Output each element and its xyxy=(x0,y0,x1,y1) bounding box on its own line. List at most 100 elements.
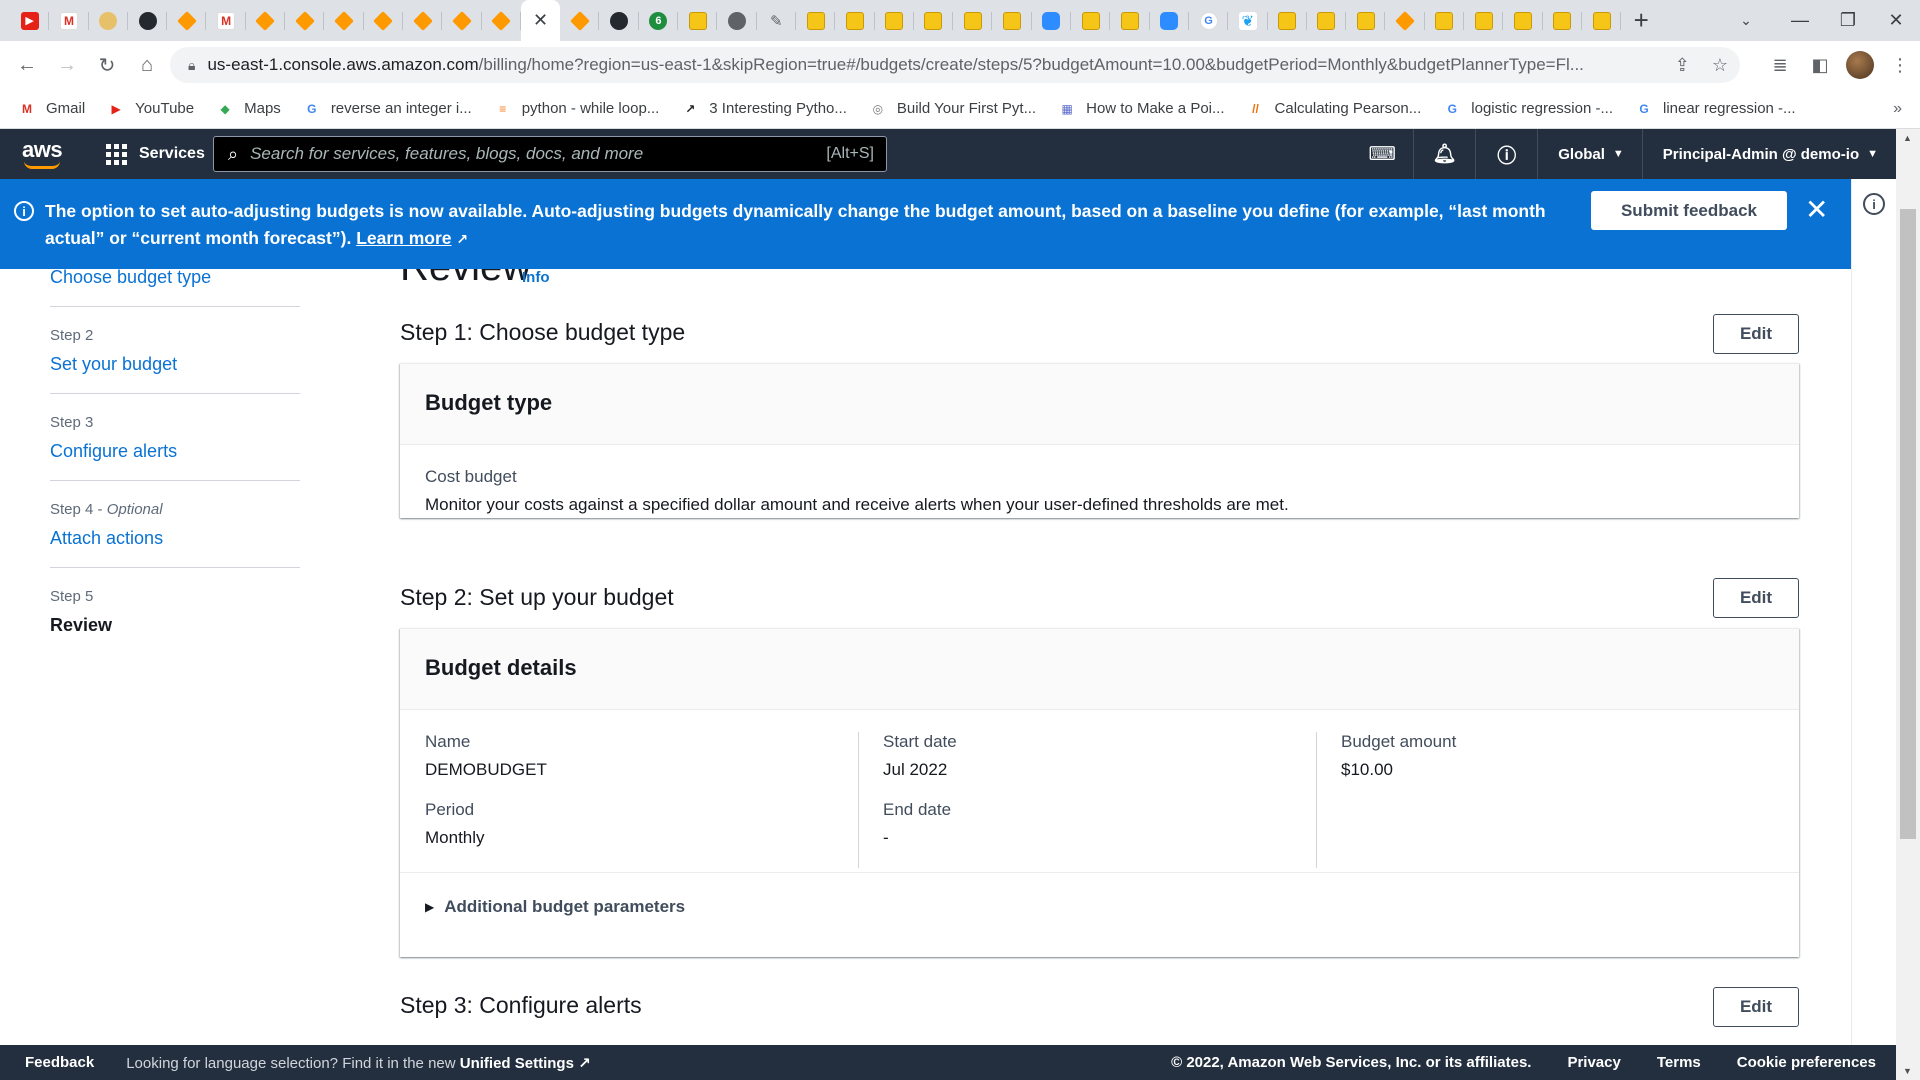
additional-parameters-toggle[interactable]: ▶ Additional budget parameters xyxy=(400,872,1799,941)
services-menu-button[interactable]: Services xyxy=(106,143,205,165)
bookmark-item[interactable]: // Calculating Pearson... xyxy=(1247,100,1421,118)
profile-avatar[interactable] xyxy=(1840,51,1880,79)
browser-tab[interactable] xyxy=(1464,0,1504,41)
external-link-icon[interactable]: ↗ xyxy=(578,1055,591,1072)
browser-tab[interactable]: ❦ xyxy=(1228,0,1268,41)
browser-tab[interactable] xyxy=(796,0,836,41)
info-panel-icon[interactable]: i xyxy=(1863,193,1885,215)
account-menu[interactable]: Principal-Admin @ demo-io ▼ xyxy=(1641,129,1896,179)
bookmarks-overflow-icon[interactable]: » xyxy=(1893,100,1902,118)
bookmark-item[interactable]: Glogistic regression -... xyxy=(1443,100,1613,118)
external-link-icon[interactable]: ↗ xyxy=(456,231,468,247)
browser-tab[interactable] xyxy=(875,0,915,41)
browser-tab[interactable] xyxy=(992,0,1033,41)
home-icon[interactable]: ⌂ xyxy=(130,48,164,82)
reload-icon[interactable]: ↻ xyxy=(90,48,124,82)
cloudshell-icon[interactable]: ⌨ xyxy=(1351,129,1413,179)
browser-tab[interactable] xyxy=(1071,0,1111,41)
browser-tab[interactable] xyxy=(1307,0,1347,41)
bookmark-item[interactable]: Greverse an integer i... xyxy=(303,100,472,118)
browser-tab[interactable] xyxy=(717,0,757,41)
tab-search-chevron-icon[interactable]: ⌄ xyxy=(1716,0,1776,41)
browser-tab[interactable]: G xyxy=(1189,0,1229,41)
aws-logo[interactable]: aws xyxy=(22,137,66,171)
browser-tab[interactable]: ▶ xyxy=(10,0,50,41)
forward-arrow-icon[interactable]: → xyxy=(50,48,84,82)
media-playlist-icon[interactable]: ≣ xyxy=(1760,55,1800,76)
browser-tab[interactable] xyxy=(403,0,443,41)
browser-tab[interactable] xyxy=(953,0,993,41)
browser-tab[interactable] xyxy=(914,0,954,41)
wizard-step-link[interactable]: Configure alerts xyxy=(50,441,300,462)
window-close-icon[interactable]: ✕ xyxy=(1872,0,1920,41)
browser-tab[interactable] xyxy=(560,0,600,41)
browser-tab[interactable] xyxy=(246,0,286,41)
bookmark-item[interactable]: Glinear regression -... xyxy=(1635,100,1795,118)
bookmark-item[interactable]: ◎ Build Your First Pyt... xyxy=(869,100,1036,118)
browser-tab[interactable]: ✎ xyxy=(757,0,797,41)
browser-tab[interactable] xyxy=(167,0,207,41)
url-text[interactable]: us-east-1.console.aws.amazon.com/billing… xyxy=(207,55,1637,75)
close-icon[interactable]: ✕ xyxy=(1805,196,1828,224)
wizard-step-1-link[interactable]: Choose budget type xyxy=(50,269,211,287)
browser-tab[interactable] xyxy=(128,0,168,41)
scrollbar-thumb[interactable] xyxy=(1900,209,1916,839)
browser-tab[interactable] xyxy=(89,0,129,41)
browser-tab[interactable] xyxy=(1582,0,1622,41)
browser-tab[interactable] xyxy=(442,0,482,41)
browser-tab[interactable] xyxy=(599,0,640,41)
minimize-icon[interactable]: — xyxy=(1776,0,1824,41)
bookmark-item[interactable]: ≡ python - while loop... xyxy=(494,100,659,118)
address-bar[interactable]: 🔒︎ us-east-1.console.aws.amazon.com/bill… xyxy=(170,47,1740,83)
scroll-down-icon[interactable]: ▼ xyxy=(1903,1066,1912,1076)
browser-tab[interactable]: M xyxy=(206,0,247,41)
submit-feedback-button[interactable]: Submit feedback xyxy=(1591,191,1787,230)
browser-tab[interactable] xyxy=(1268,0,1308,41)
browser-tab[interactable] xyxy=(285,0,325,41)
browser-tab[interactable] xyxy=(1110,0,1150,41)
notifications-bell-icon[interactable]: 🔔︎ xyxy=(1413,129,1475,179)
footer-feedback-link[interactable]: Feedback xyxy=(25,1054,94,1071)
unified-settings-link[interactable]: Unified Settings xyxy=(460,1055,574,1072)
edit-step-3-button[interactable]: Edit xyxy=(1713,987,1799,1027)
region-selector[interactable]: Global ▼ xyxy=(1537,129,1642,179)
terms-link[interactable]: Terms xyxy=(1657,1054,1701,1071)
bookmark-item[interactable]: ▶ YouTube xyxy=(107,100,195,118)
wizard-step-link[interactable]: Attach actions xyxy=(50,528,300,549)
back-arrow-icon[interactable]: ← xyxy=(10,48,44,82)
browser-tab[interactable] xyxy=(1543,0,1583,41)
browser-tab[interactable] xyxy=(1385,0,1425,41)
browser-tab[interactable] xyxy=(324,0,364,41)
browser-tab[interactable] xyxy=(1425,0,1465,41)
bookmark-item[interactable]: ▦ How to Make a Poi... xyxy=(1058,100,1224,118)
aws-search-input[interactable]: ⌕ Search for services, features, blogs, … xyxy=(213,136,887,172)
privacy-link[interactable]: Privacy xyxy=(1567,1054,1620,1071)
close-icon[interactable]: ✕ xyxy=(533,10,548,31)
learn-more-link[interactable]: Learn more xyxy=(356,228,451,248)
restore-icon[interactable]: ❐ xyxy=(1824,0,1872,41)
lock-icon[interactable]: 🔒︎ xyxy=(188,57,195,74)
browser-tab[interactable]: M xyxy=(49,0,89,41)
browser-tab[interactable] xyxy=(1032,0,1072,41)
browser-tab[interactable] xyxy=(1346,0,1386,41)
tab-active[interactable]: ✕ xyxy=(520,0,561,41)
bookmark-item[interactable]: ◆ Maps xyxy=(216,100,281,118)
share-icon[interactable]: ⇪ xyxy=(1675,55,1690,76)
edit-step-1-button[interactable]: Edit xyxy=(1713,314,1799,354)
new-tab-button[interactable]: + xyxy=(1621,0,1661,41)
browser-menu-icon[interactable]: ⋮ xyxy=(1880,55,1920,76)
bookmark-item[interactable]: M Gmail xyxy=(18,100,85,118)
info-link[interactable]: Info xyxy=(522,269,550,286)
bookmark-item[interactable]: ↗ 3 Interesting Pytho... xyxy=(681,100,847,118)
browser-tab[interactable] xyxy=(1150,0,1190,41)
page-scrollbar[interactable]: ▲ ▼ xyxy=(1896,129,1920,1080)
browser-tab[interactable] xyxy=(1503,0,1543,41)
browser-tab[interactable]: 6 xyxy=(639,0,679,41)
help-icon[interactable]: ⓘ xyxy=(1475,129,1537,179)
browser-tab[interactable] xyxy=(678,0,718,41)
edit-step-2-button[interactable]: Edit xyxy=(1713,578,1799,618)
browser-tab[interactable] xyxy=(482,0,522,41)
browser-tab[interactable] xyxy=(835,0,875,41)
cookie-preferences-link[interactable]: Cookie preferences xyxy=(1737,1054,1876,1071)
bookmark-star-icon[interactable]: ☆ xyxy=(1712,55,1728,76)
